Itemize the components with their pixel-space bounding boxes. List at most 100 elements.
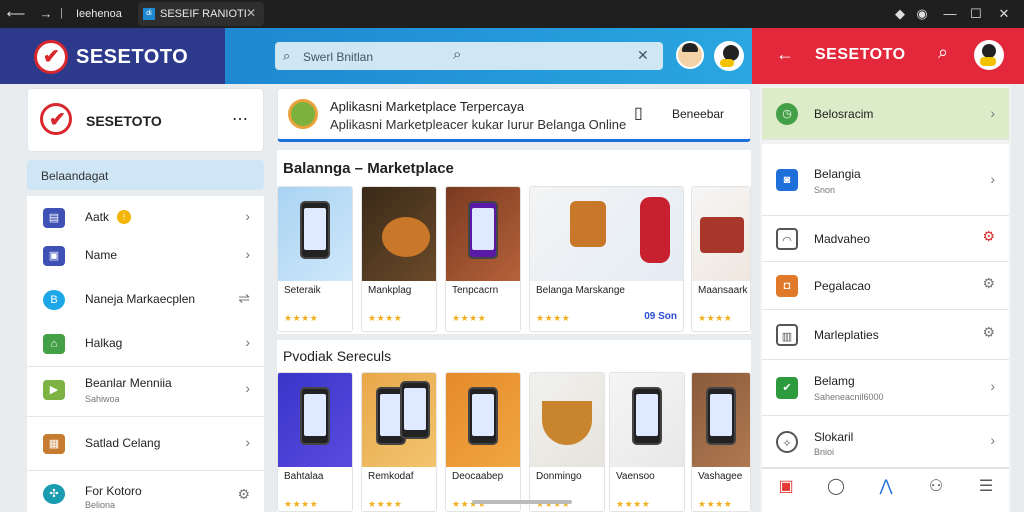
rating-stars: ★★★★ xyxy=(616,499,651,509)
minimize-icon[interactable]: — xyxy=(940,4,960,24)
product-image xyxy=(278,373,352,467)
brand-name: SESETOTO xyxy=(76,46,189,68)
menu-icon[interactable]: ☰ xyxy=(971,476,1001,502)
gear-icon[interactable]: ⚙ xyxy=(982,324,995,341)
chevron-right-icon: › xyxy=(245,334,250,350)
alert-badge: ! xyxy=(117,210,131,224)
right-item-pegalacao[interactable]: ◘ Pegalacao ⚙ xyxy=(762,262,1009,310)
product-image xyxy=(362,373,436,467)
product-card[interactable]: Deocaabep ★★★★ xyxy=(445,372,521,512)
tab-favicon-icon: di xyxy=(143,8,155,20)
header-brand-area: SESETOTO xyxy=(0,28,225,84)
right-item-marleplaties[interactable]: ▥ Marleplaties ⚙ xyxy=(762,310,1009,360)
menu-item-name[interactable]: ▣ Name › xyxy=(27,234,264,278)
right-brand-name: SESETOTO xyxy=(815,46,906,63)
gear-icon[interactable]: ⚙ xyxy=(237,486,250,503)
product-name: Belanga Marskange xyxy=(536,285,625,296)
product-image xyxy=(530,187,683,281)
group-icon[interactable]: ⚇ xyxy=(921,476,951,502)
right-item-label: Madvaheo xyxy=(814,232,871,246)
search-bar[interactable]: ⌕ Swerl Bnitlan ⌕ ✕ xyxy=(275,42,663,70)
product-card[interactable]: Mankplag ★★★★ xyxy=(361,186,437,332)
app-card: SESETOTO ⋯ xyxy=(27,88,264,152)
rating-stars: ★★★★ xyxy=(452,313,487,323)
right-item-belosracim[interactable]: ◷ Belosracim › xyxy=(762,88,1009,140)
chevron-right-icon: › xyxy=(245,434,250,450)
right-item-label: Marleplaties xyxy=(814,328,879,342)
mascot-avatar[interactable] xyxy=(714,41,744,71)
product-name: Deocaabep xyxy=(452,471,504,482)
back-arrow-icon[interactable]: ← xyxy=(776,44,794,65)
clear-search-icon[interactable]: ✕ xyxy=(637,47,649,64)
product-name: Vashagee xyxy=(698,471,743,482)
settings-icon: ✣ xyxy=(43,484,65,504)
forward-icon[interactable]: → xyxy=(36,4,56,24)
search-icon[interactable]: ⌕ xyxy=(938,42,948,63)
gear-icon[interactable]: ⚙ xyxy=(982,228,995,245)
tab-1[interactable]: Ieehenoa xyxy=(76,8,122,20)
product-card[interactable]: Donmingo ★★★★ xyxy=(529,372,605,512)
right-item-slokaril[interactable]: ✧ Slokaril Bnioi › xyxy=(762,416,1009,468)
product-image xyxy=(692,373,750,467)
camera-icon: ◙ xyxy=(776,169,798,191)
bag-icon: B xyxy=(43,290,65,310)
banner-action[interactable]: Beneebar xyxy=(672,107,724,121)
image-icon: ▣ xyxy=(43,246,65,266)
search-submit-icon[interactable]: ⌕ xyxy=(453,46,461,63)
maximize-icon[interactable]: ☐ xyxy=(966,4,986,24)
product-price: 09 Son xyxy=(644,311,677,322)
tab-2-label: SESEIF RANIOTI xyxy=(160,8,247,20)
menu-item-marketplace[interactable]: B Naneja Markaecplen ⇌ xyxy=(27,278,264,322)
product-card[interactable]: Bahtalaa ★★★★ xyxy=(277,372,353,512)
menu-item-label: Naneja Markaecplen xyxy=(85,292,196,306)
more-icon[interactable]: ⋯ xyxy=(232,109,248,129)
profile-icon[interactable]: ◉ xyxy=(912,4,932,24)
right-item-madvaheo[interactable]: ◠ Madvaheo ⚙ xyxy=(762,216,1009,262)
section-title: Balannga – Marketplace xyxy=(283,160,454,177)
tab-close-icon[interactable]: ✕ xyxy=(246,6,256,20)
mascot-avatar[interactable] xyxy=(974,40,1004,70)
back-icon[interactable]: ⟵ xyxy=(6,4,26,24)
search-input[interactable]: Swerl Bnitlan xyxy=(303,50,373,64)
right-item-label: Belamg xyxy=(814,374,855,388)
avatar[interactable] xyxy=(676,41,704,69)
rating-stars: ★★★★ xyxy=(284,499,319,509)
product-card[interactable]: Maansaark ★★★★ xyxy=(691,186,751,332)
bookmark-icon[interactable]: ▯ xyxy=(634,103,643,123)
product-card[interactable]: Vaensoo ★★★★ xyxy=(609,372,685,512)
menu-item-kotoro[interactable]: ✣ For Kotoro Beliona ⚙ xyxy=(27,472,264,512)
chevron-right-icon: › xyxy=(245,246,250,262)
rating-stars: ★★★★ xyxy=(368,499,403,509)
product-card[interactable]: Seteraik ★★★★ xyxy=(277,186,353,332)
chat-icon[interactable]: ◯ xyxy=(821,476,851,502)
product-card[interactable]: Belanga Marskange ★★★★ 09 Son xyxy=(529,186,684,332)
right-item-belangia[interactable]: ◙ Belangia Snon › xyxy=(762,144,1009,216)
person-icon[interactable]: ⋀ xyxy=(871,476,901,502)
menu-item-label: Aatk xyxy=(85,210,110,224)
clock-icon: ◷ xyxy=(776,103,798,125)
right-item-label: Pegalacao xyxy=(814,279,871,293)
product-card[interactable]: Remkodaf ★★★★ xyxy=(361,372,437,512)
menu-item-beanlar[interactable]: ▶ Beanlar Menniia Sahiwoa › xyxy=(27,368,264,412)
extension-icon[interactable]: ◆ xyxy=(890,4,910,24)
chat-icon: ◠ xyxy=(776,228,798,250)
chevron-right-icon: › xyxy=(990,432,995,448)
logo-icon xyxy=(40,103,72,135)
gear-icon[interactable]: ⚙ xyxy=(982,275,995,292)
product-card[interactable]: Vashagee ★★★★ xyxy=(691,372,751,512)
menu-item-label: Name xyxy=(85,248,118,262)
right-item-belamg[interactable]: ✔ Belamg Saheneacnil6000 › xyxy=(762,360,1009,416)
menu-item-halkag[interactable]: ⌂ Halkag › xyxy=(27,322,264,366)
menu-item-satlad[interactable]: ▦ Satlad Celang › xyxy=(27,422,264,466)
tab-2[interactable]: di SESEIF RANIOTI ✕ xyxy=(138,2,264,26)
product-card[interactable]: Tenpcacrn ★★★★ xyxy=(445,186,521,332)
menu-item-subtitle: Beliona xyxy=(85,500,116,510)
horizontal-scrollbar[interactable] xyxy=(472,500,572,504)
filter-icon: ⇌ xyxy=(238,290,250,306)
calendar-icon: ▥ xyxy=(776,324,798,346)
gift-icon[interactable]: ▣ xyxy=(771,476,801,502)
banner-card[interactable]: Aplikasni Marketplace Terpercaya Aplikas… xyxy=(277,88,751,142)
close-icon[interactable]: ✕ xyxy=(994,4,1014,24)
banner-subtitle: Aplikasni Marketpleacer kukar Iurur Bela… xyxy=(330,117,627,132)
chevron-right-icon: › xyxy=(990,105,995,121)
